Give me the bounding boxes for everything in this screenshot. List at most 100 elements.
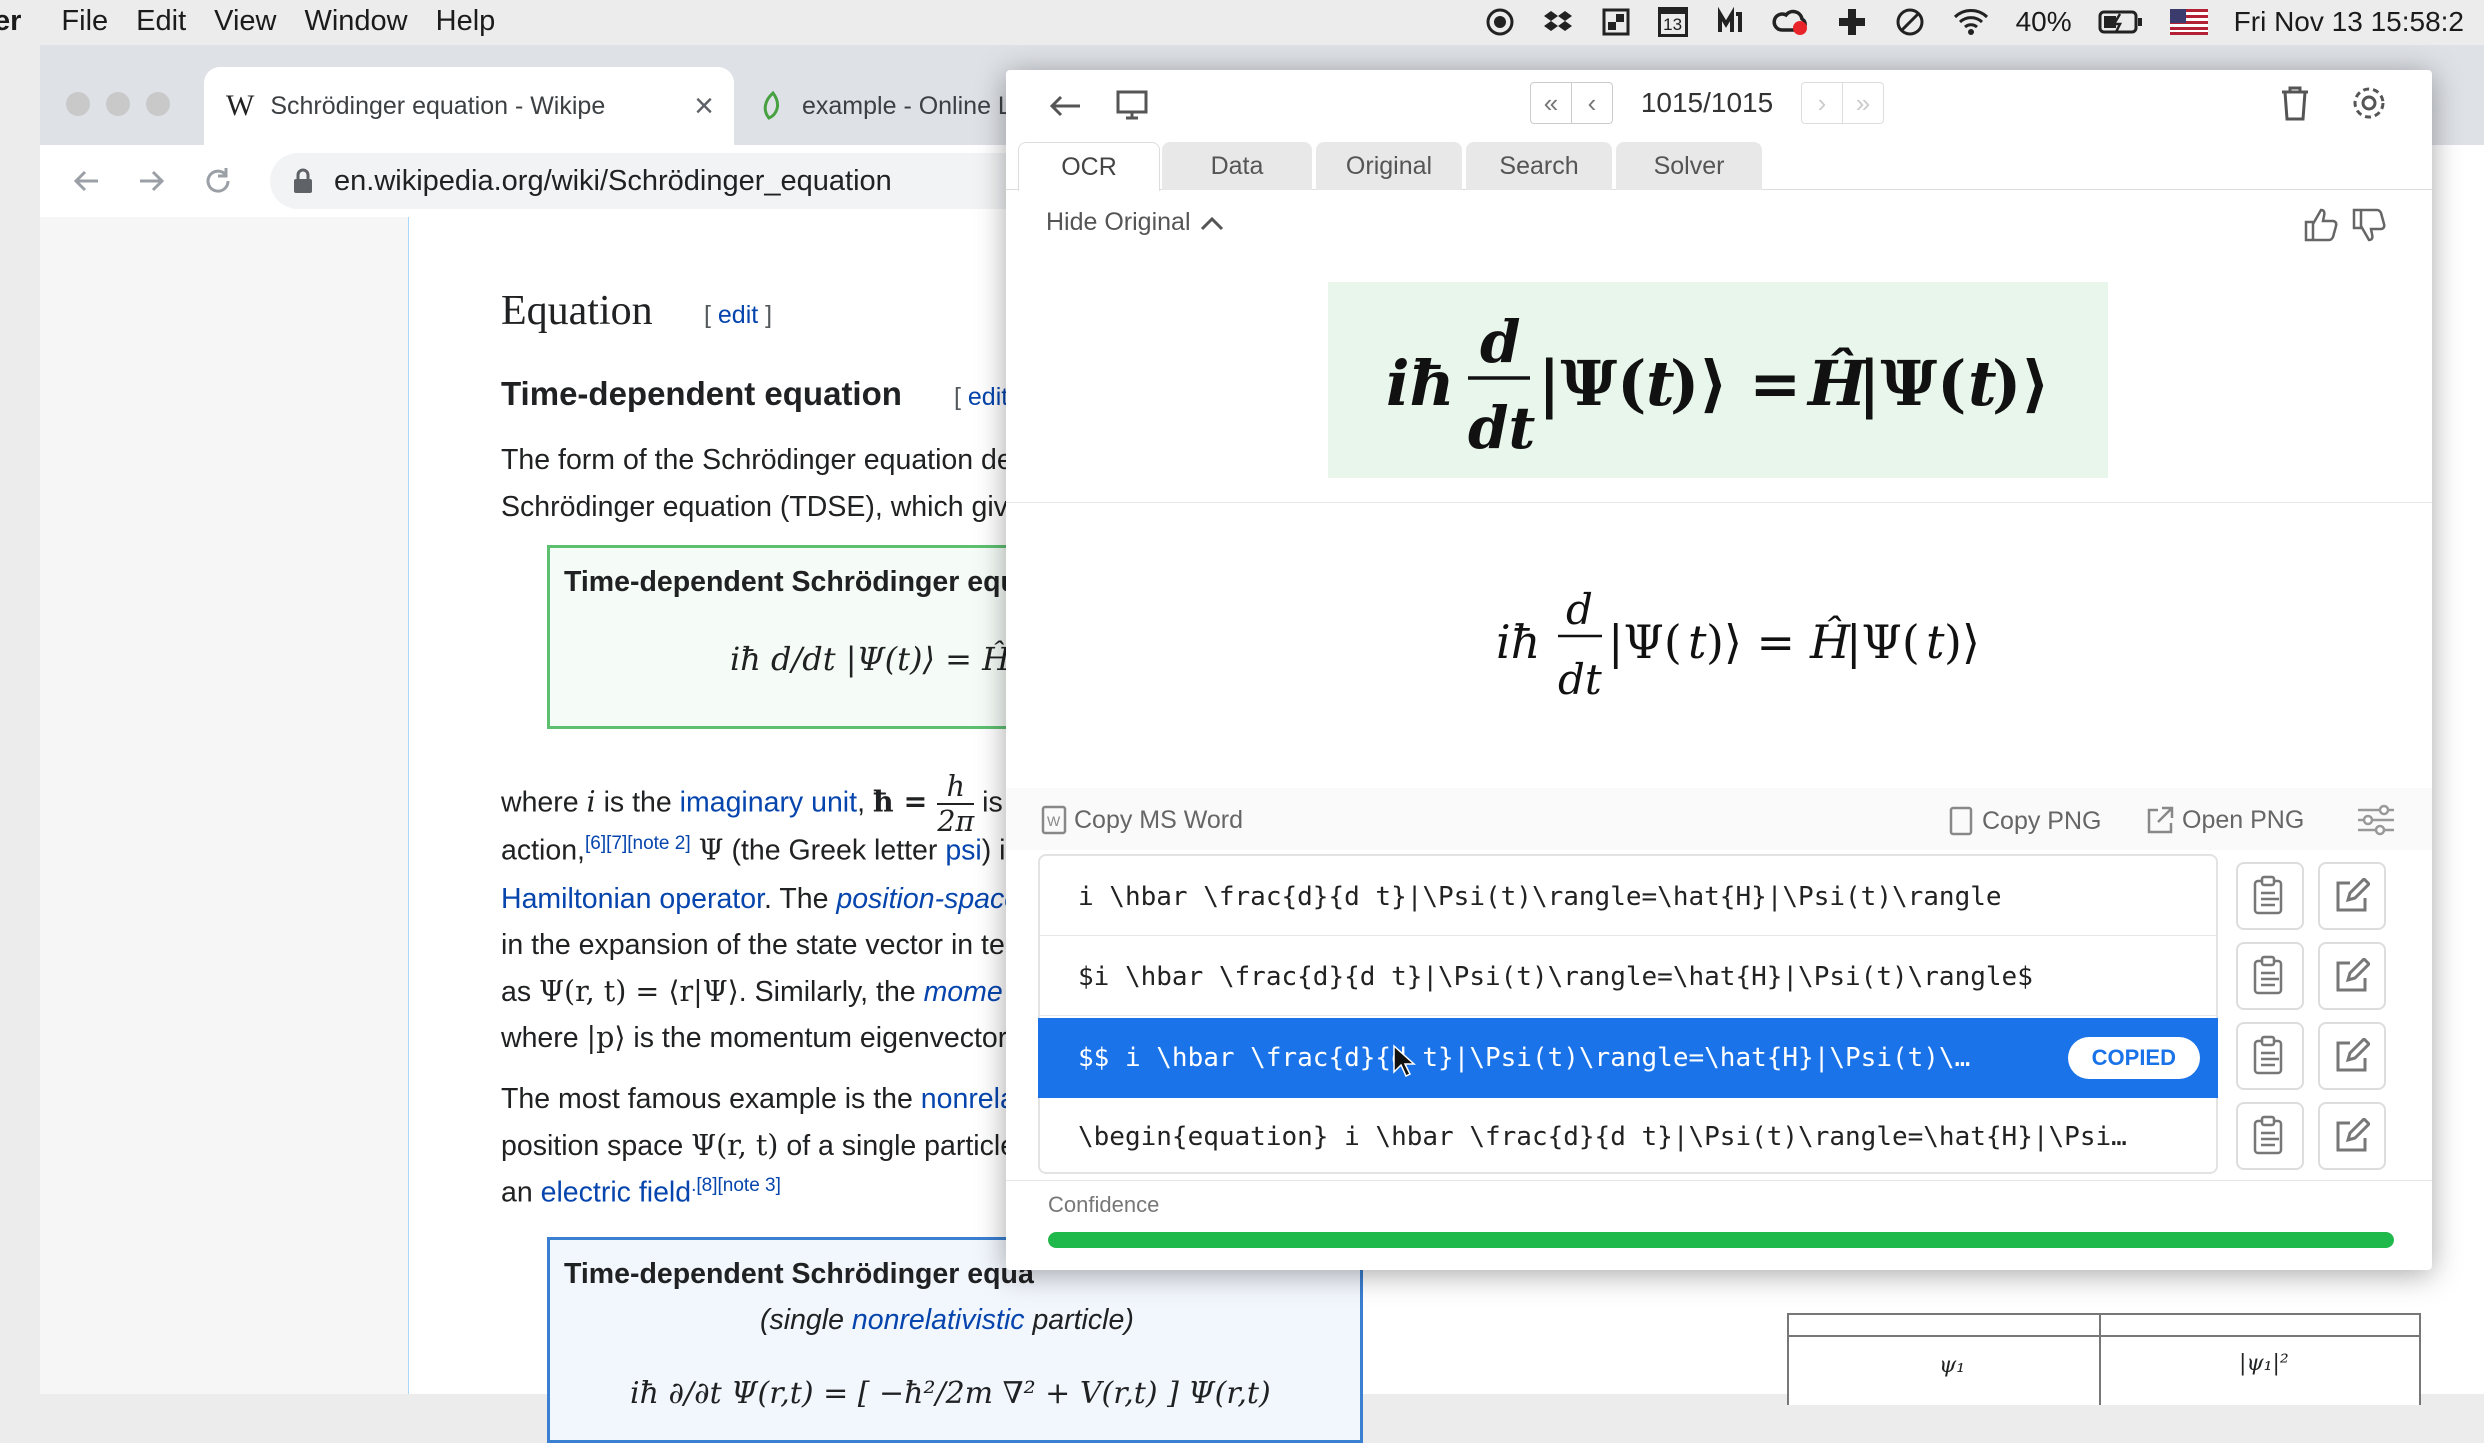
sliders-icon[interactable] — [2356, 802, 2396, 838]
minimize-window-button[interactable] — [106, 92, 130, 116]
section-heading: Equation — [501, 288, 653, 334]
svg-text:dt: dt — [1558, 655, 1602, 704]
paragraph-line: an electric field.[8][note 3] — [501, 1175, 781, 1209]
svg-text:iħ: iħ — [1386, 347, 1455, 420]
thumbs-down-icon[interactable] — [2350, 206, 2388, 244]
back-arrow-icon[interactable] — [70, 165, 102, 197]
nonrelativistic-link[interactable]: nonrelativistic — [852, 1304, 1025, 1336]
position-space-link[interactable]: position-space — [836, 883, 1020, 915]
paragraph-line: as Ψ(r, t) = ⟨r|Ψ⟩. Similarly, the mome — [501, 975, 1003, 1008]
copy-icon — [1949, 806, 1973, 836]
creative-cloud-icon[interactable] — [1772, 6, 1810, 38]
settings-gear-icon[interactable] — [2350, 84, 2388, 122]
confidence-bar-fill — [1048, 1232, 2394, 1248]
equation-box-title: Time-dependent Schrödinger equa — [564, 566, 1034, 598]
forward-arrow-icon[interactable] — [136, 165, 168, 197]
tab-search[interactable]: Search — [1466, 142, 1612, 190]
tab-ocr[interactable]: OCR — [1018, 142, 1160, 191]
tab-title: example - Online La — [802, 91, 1026, 120]
latex-results: i \hbar \frac{d}{d t}|\Psi(t)\rangle=\ha… — [1006, 854, 2432, 1194]
hide-original-toggle[interactable]: Hide Original — [1046, 208, 1225, 237]
tab-example[interactable]: example - Online La — [730, 67, 1050, 145]
reference-link[interactable]: [6][7][note 2] — [585, 833, 691, 854]
url-text[interactable]: en.wikipedia.org/wiki/Schrödinger_equati… — [334, 165, 892, 198]
battery-icon[interactable] — [2098, 6, 2144, 38]
first-page-button[interactable]: « — [1530, 82, 1572, 124]
thumbs-up-icon[interactable] — [2302, 206, 2340, 244]
calendar-icon[interactable]: 13 — [1657, 6, 1688, 37]
edit-row-button[interactable] — [2318, 1102, 2386, 1170]
record-icon[interactable] — [1484, 6, 1516, 38]
edit-link[interactable]: [ edit ] — [704, 301, 772, 330]
latex-row[interactable]: i \hbar \frac{d}{d t}|\Psi(t)\rangle=\ha… — [1038, 858, 2218, 936]
rendered-equation: iħ d dt |Ψ( t )⟩ = Ĥ |Ψ( t )⟩ — [1466, 570, 1986, 720]
back-arrow-icon[interactable] — [1046, 90, 1084, 122]
electric-field-link[interactable]: electric field — [541, 1177, 691, 1209]
prev-page-button[interactable]: ‹ — [1572, 82, 1613, 124]
latex-row[interactable]: $i \hbar \frac{d}{d t}|\Psi(t)\rangle=\h… — [1038, 938, 2218, 1016]
svg-text:)⟩: )⟩ — [1944, 615, 1980, 669]
rendered-equation-render: iħ d dt |Ψ( t )⟩ = Ĥ |Ψ( t )⟩ — [1496, 585, 1980, 704]
trash-icon[interactable] — [2278, 84, 2312, 122]
tab-original[interactable]: Original — [1316, 142, 1462, 190]
latex-row[interactable]: \begin{equation} i \hbar \frac{d}{d t}|\… — [1038, 1098, 2218, 1176]
next-page-button[interactable]: › — [1801, 82, 1843, 124]
menubar-app-name[interactable]: er — [0, 5, 61, 38]
dropbox-icon[interactable] — [1542, 6, 1574, 38]
svg-text:|Ψ(: |Ψ( — [1608, 615, 1682, 669]
copy-row-button[interactable] — [2236, 862, 2304, 930]
close-tab-icon[interactable]: × — [694, 87, 714, 126]
menu-edit[interactable]: Edit — [136, 5, 214, 38]
copy-png-button[interactable]: Copy PNG — [1946, 804, 2101, 838]
open-png-button[interactable]: Open PNG — [2144, 804, 2304, 836]
plus-app-icon[interactable] — [1836, 6, 1868, 38]
tab-data[interactable]: Data — [1162, 142, 1312, 190]
us-flag-icon[interactable] — [2169, 8, 2208, 35]
subsection-heading: Time-dependent equation — [501, 375, 902, 412]
latex-row-selected[interactable]: $$ i \hbar \frac{d}{d t}|\Psi(t)\rangle=… — [1038, 1018, 2218, 1098]
screen-capture-icon[interactable] — [1114, 86, 1150, 122]
zoom-window-button[interactable] — [146, 92, 170, 116]
hamiltonian-link[interactable]: Hamiltonian operator — [501, 883, 764, 915]
paragraph-line: Schrödinger equation (TDSE), which gives — [501, 491, 1039, 523]
mouse-cursor-icon — [1393, 1044, 1416, 1078]
edit-row-button[interactable] — [2318, 862, 2386, 930]
do-not-disturb-icon[interactable] — [1894, 6, 1926, 38]
copy-ms-word-button[interactable]: W Copy MS Word — [1040, 804, 1243, 836]
lock-icon[interactable] — [292, 168, 314, 194]
svg-text:Ĥ: Ĥ — [1809, 614, 1851, 669]
copy-row-button[interactable] — [2236, 1102, 2304, 1170]
momentum-link[interactable]: mome — [924, 976, 1003, 1008]
copy-row-button[interactable] — [2236, 942, 2304, 1010]
menu-file[interactable]: File — [61, 5, 136, 38]
original-image: iħ d dt |Ψ( t )⟩ = Ĥ |Ψ( t )⟩ — [1328, 282, 2108, 478]
paragraph-line: action,[6][7][note 2] Ψ (the Greek lette… — [501, 833, 1006, 867]
equation-box-title: Time-dependent Schrödinger equa — [564, 1258, 1034, 1290]
tab-solver[interactable]: Solver — [1616, 142, 1762, 190]
reference-link[interactable]: .[8][note 3] — [691, 1175, 781, 1196]
wifi-icon[interactable] — [1952, 6, 1990, 38]
svg-text:d: d — [1566, 585, 1593, 634]
paragraph-line: Hamiltonian operator. The position-space — [501, 883, 1021, 915]
mathpix-icon[interactable] — [1714, 6, 1746, 38]
confidence-bar-track — [1048, 1232, 2394, 1248]
menu-window[interactable]: Window — [304, 5, 435, 38]
edit-row-button[interactable] — [2318, 942, 2386, 1010]
menu-view[interactable]: View — [214, 5, 304, 38]
last-page-button[interactable]: » — [1843, 82, 1884, 124]
svg-text:iħ: iħ — [1496, 615, 1540, 669]
close-window-button[interactable] — [66, 92, 90, 116]
edit-icon — [2336, 878, 2370, 912]
edit-row-button[interactable] — [2318, 1022, 2386, 1090]
imaginary-unit-link[interactable]: imaginary unit — [680, 787, 857, 819]
tab-wikipedia[interactable]: W Schrödinger equation - Wikipe × — [204, 67, 734, 145]
grid-app-icon[interactable] — [1600, 6, 1632, 38]
svg-text:)⟩: )⟩ — [1992, 347, 2050, 420]
reload-icon[interactable] — [202, 165, 234, 197]
copy-row-button[interactable] — [2236, 1022, 2304, 1090]
psi-link[interactable]: psi — [945, 835, 981, 867]
menu-help[interactable]: Help — [436, 5, 524, 38]
clock[interactable]: Fri Nov 13 15:58:2 — [2234, 6, 2464, 38]
svg-text:|Ψ(: |Ψ( — [1538, 347, 1647, 420]
svg-text:)⟩ =: )⟩ = — [1706, 615, 1795, 669]
